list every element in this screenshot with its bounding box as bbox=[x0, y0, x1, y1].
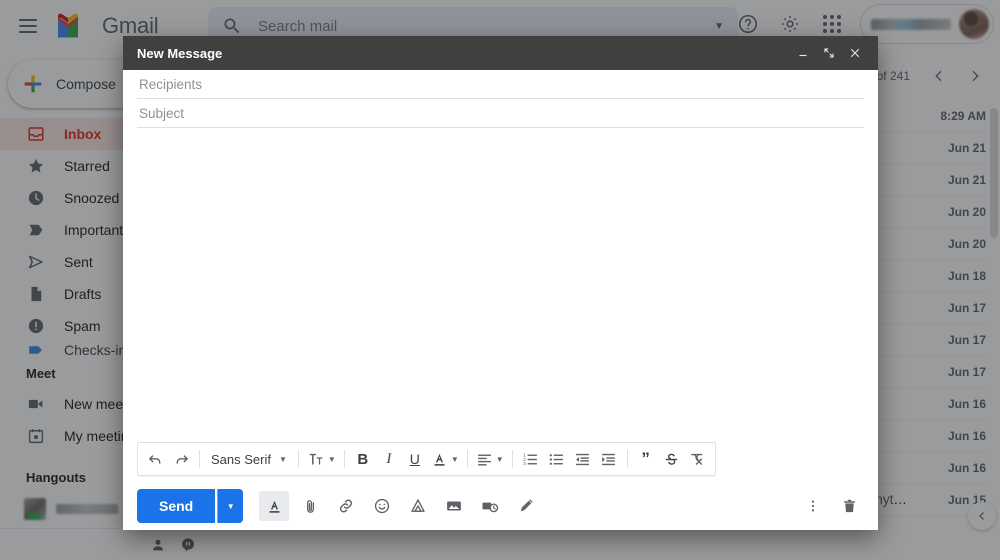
chevron-down-icon: ▼ bbox=[278, 454, 287, 464]
insert-photo-icon[interactable] bbox=[439, 491, 469, 521]
confidential-mode-icon[interactable] bbox=[475, 491, 505, 521]
star-icon bbox=[26, 156, 46, 176]
hangouts-bottom-bar bbox=[0, 528, 210, 560]
formatting-options-icon[interactable] bbox=[259, 491, 290, 521]
remove-formatting-icon[interactable] bbox=[685, 446, 711, 472]
calendar-icon bbox=[26, 426, 46, 446]
subject-input[interactable] bbox=[137, 104, 864, 122]
compose-title-bar[interactable]: New Message bbox=[123, 36, 878, 70]
send-icon bbox=[26, 252, 46, 272]
underline-icon[interactable]: U bbox=[402, 446, 428, 472]
hangouts-avatar bbox=[24, 498, 46, 520]
more-vertical-icon[interactable] bbox=[798, 491, 828, 521]
recipients-input[interactable] bbox=[137, 75, 864, 93]
toolbar-divider bbox=[343, 450, 345, 468]
numbered-list-icon[interactable]: 123 bbox=[518, 446, 544, 472]
message-body-input[interactable] bbox=[123, 128, 878, 442]
hangouts-icon[interactable] bbox=[180, 537, 196, 553]
font-size-icon[interactable]: ▼ bbox=[304, 446, 339, 472]
font-family-select[interactable]: Sans Serif ▼ bbox=[205, 452, 293, 467]
align-icon[interactable]: ▼ bbox=[473, 446, 507, 472]
recipients-field[interactable] bbox=[137, 70, 864, 99]
gmail-m-icon bbox=[56, 11, 96, 41]
avatar[interactable] bbox=[959, 9, 989, 39]
sidebar-item-label: Important bbox=[64, 222, 124, 238]
full-screen-icon[interactable] bbox=[816, 40, 842, 66]
spam-icon bbox=[26, 316, 46, 336]
account-chip[interactable] bbox=[860, 4, 994, 44]
draft-icon bbox=[26, 284, 46, 304]
svg-text:3: 3 bbox=[523, 461, 526, 467]
hangouts-user-name-blurred bbox=[56, 504, 118, 514]
bulleted-list-icon[interactable] bbox=[544, 446, 570, 472]
insert-emoji-icon[interactable] bbox=[367, 491, 397, 521]
label-icon bbox=[26, 342, 46, 358]
sidebar-item-label: Drafts bbox=[64, 286, 102, 302]
subject-field[interactable] bbox=[137, 99, 864, 128]
account-name-blurred bbox=[871, 18, 951, 30]
video-camera-icon bbox=[26, 394, 46, 414]
plus-icon bbox=[24, 75, 42, 93]
font-family-value: Sans Serif bbox=[211, 451, 271, 467]
redo-icon[interactable] bbox=[168, 446, 194, 472]
insert-link-icon[interactable] bbox=[331, 491, 361, 521]
sidebar-item-label: Spam bbox=[64, 318, 101, 334]
indent-more-icon[interactable] bbox=[596, 446, 622, 472]
pagination-next-icon[interactable] bbox=[960, 61, 990, 91]
send-options-icon[interactable]: ▼ bbox=[217, 489, 244, 523]
compose-footer: Send ▼ bbox=[123, 482, 878, 530]
toolbar-divider bbox=[626, 450, 628, 468]
quote-icon[interactable]: ” bbox=[633, 446, 659, 472]
sidebar-item-label: Starred bbox=[64, 158, 110, 174]
toolbar-divider bbox=[466, 450, 468, 468]
contacts-icon[interactable] bbox=[150, 537, 166, 553]
indent-less-icon[interactable] bbox=[570, 446, 596, 472]
text-color-icon[interactable]: ▼ bbox=[428, 446, 462, 472]
scrollbar-thumb[interactable] bbox=[990, 108, 998, 238]
attach-file-icon[interactable] bbox=[295, 491, 325, 521]
collapse-panel-button[interactable] bbox=[968, 502, 996, 530]
compose-label: Compose bbox=[56, 76, 116, 92]
sidebar-item-label: Sent bbox=[64, 254, 93, 270]
insert-signature-icon[interactable] bbox=[511, 491, 541, 521]
sidebar-item-label: Snoozed bbox=[64, 190, 120, 206]
search-options-icon[interactable]: ▼ bbox=[714, 21, 724, 32]
search-icon bbox=[222, 16, 242, 36]
compose-window: New Message Recipients Subject Sans Seri… bbox=[123, 36, 878, 530]
toolbar-divider bbox=[199, 450, 200, 468]
pagination-count: of 241 bbox=[876, 69, 910, 83]
trash-icon[interactable] bbox=[834, 491, 864, 521]
undo-icon[interactable] bbox=[142, 446, 168, 472]
important-icon bbox=[26, 220, 46, 240]
minimize-icon[interactable] bbox=[790, 40, 816, 66]
close-icon[interactable] bbox=[842, 40, 868, 66]
toolbar-divider bbox=[297, 450, 299, 468]
sidebar-item-label: Inbox bbox=[64, 126, 102, 142]
main-menu-icon[interactable] bbox=[8, 6, 48, 46]
send-button[interactable]: Send bbox=[137, 489, 216, 523]
italic-icon[interactable]: I bbox=[376, 446, 402, 472]
search-input[interactable] bbox=[256, 16, 715, 36]
insert-drive-icon[interactable] bbox=[403, 491, 433, 521]
bold-icon[interactable]: B bbox=[350, 446, 376, 472]
formatting-toolbar: Sans Serif ▼ ▼ B I U ▼ ▼ 123 ” bbox=[137, 442, 716, 476]
compose-title: New Message bbox=[137, 45, 223, 61]
sidebar-item-label: Checks-in bbox=[64, 342, 127, 358]
mail-list-scrollbar[interactable] bbox=[988, 52, 1000, 560]
strikethrough-icon[interactable] bbox=[659, 446, 685, 472]
gmail-app-window: Gmail ▼ bbox=[0, 0, 1000, 560]
pagination-prev-icon[interactable] bbox=[924, 61, 954, 91]
inbox-icon bbox=[26, 124, 46, 144]
toolbar-divider bbox=[511, 450, 513, 468]
clock-icon bbox=[26, 188, 46, 208]
